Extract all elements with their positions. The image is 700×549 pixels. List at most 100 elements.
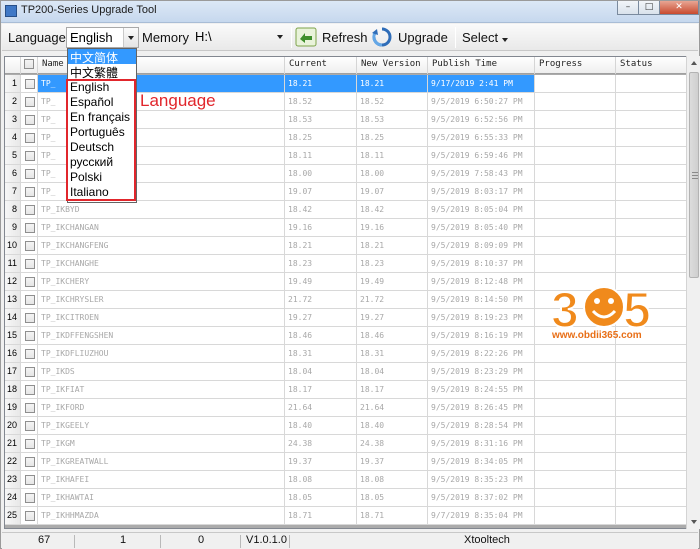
language-option[interactable]: Português: [68, 125, 136, 140]
language-option[interactable]: русский: [68, 155, 136, 170]
table-row[interactable]: 21 TP_IKGM 24.38 24.38 9/5/2019 8:31:16 PM: [5, 435, 688, 453]
row-checkbox[interactable]: [25, 331, 35, 341]
row-number: 14: [5, 309, 21, 327]
row-checkbox-cell: [21, 93, 38, 111]
row-checkbox[interactable]: [25, 223, 35, 233]
table-row[interactable]: 25 TP_IKHHMAZDA 18.71 18.71 9/7/2019 8:35:04…: [5, 507, 688, 525]
row-checkbox[interactable]: [25, 259, 35, 269]
scroll-up-icon[interactable]: [688, 56, 700, 70]
row-checkbox-cell: [21, 453, 38, 471]
table-row[interactable]: 23 TP_IKHAFEI 18.08 18.08 9/5/2019 8:35:23 P…: [5, 471, 688, 489]
row-checkbox[interactable]: [25, 475, 35, 485]
row-checkbox[interactable]: [25, 79, 35, 89]
upgrade-button[interactable]: Upgrade: [371, 26, 453, 49]
row-number: 8: [5, 201, 21, 219]
language-option[interactable]: 中文简体: [68, 49, 136, 64]
row-checkbox[interactable]: [25, 511, 35, 521]
language-combobox[interactable]: English: [66, 27, 139, 48]
table-row[interactable]: 20 TP_IKGEELY 18.40 18.40 9/5/2019 8:28:54 P…: [5, 417, 688, 435]
table-row[interactable]: 16 TP_IKDFLIUZHOU 18.31 18.31 9/5/2019 8:22:…: [5, 345, 688, 363]
row-checkbox-cell: [21, 345, 38, 363]
table-row[interactable]: 9 TP_IKCHANGAN 19.16 19.16 9/5/2019 8:05:40 …: [5, 219, 688, 237]
column-header-publish-time[interactable]: Publish Time: [428, 57, 535, 74]
cell-publish-time: 9/5/2019 8:03:17 PM: [428, 183, 535, 201]
row-checkbox-cell: [21, 363, 38, 381]
row-checkbox[interactable]: [25, 205, 35, 215]
row-checkbox[interactable]: [25, 169, 35, 179]
language-option[interactable]: En français: [68, 110, 136, 125]
row-checkbox-cell: [21, 417, 38, 435]
cell-publish-time: 9/5/2019 8:16:19 PM: [428, 327, 535, 345]
cell-publish-time: 9/5/2019 8:24:55 PM: [428, 381, 535, 399]
row-checkbox-cell: [21, 129, 38, 147]
table-row[interactable]: 8 TP_IKBYD 18.42 18.42 9/5/2019 8:05:04 PM: [5, 201, 688, 219]
cell-name: TP_IKFORD: [38, 399, 285, 417]
select-menu-button[interactable]: Select: [460, 26, 516, 49]
language-dropdown-list[interactable]: 中文简体 中文繁體 English Español En français Portugu…: [67, 48, 137, 203]
logo-smiley-face: [583, 286, 625, 328]
row-checkbox[interactable]: [25, 295, 35, 305]
column-header-status[interactable]: Status: [616, 57, 688, 74]
language-option[interactable]: Italiano: [68, 185, 136, 200]
table-row[interactable]: 17 TP_IKDS 18.04 18.04 9/5/2019 8:23:29 PM: [5, 363, 688, 381]
table-row[interactable]: 18 TP_IKFIAT 18.17 18.17 9/5/2019 8:24:55 PM: [5, 381, 688, 399]
select-all-checkbox[interactable]: [24, 59, 34, 69]
cell-current: 21.64: [285, 399, 357, 417]
cell-progress: [535, 381, 616, 399]
row-checkbox[interactable]: [25, 277, 35, 287]
cell-publish-time: 9/5/2019 6:55:33 PM: [428, 129, 535, 147]
maximize-button[interactable]: □: [638, 1, 660, 15]
cell-current: 18.46: [285, 327, 357, 345]
cell-publish-time: 9/17/2019 2:41 PM: [428, 75, 535, 93]
row-checkbox[interactable]: [25, 403, 35, 413]
cell-current: 19.49: [285, 273, 357, 291]
refresh-icon: [295, 27, 317, 47]
cell-publish-time: 9/5/2019 8:22:26 PM: [428, 345, 535, 363]
chevron-down-icon[interactable]: [273, 27, 288, 46]
cell-progress: [535, 507, 616, 525]
language-option[interactable]: 中文繁體: [68, 64, 136, 79]
row-checkbox[interactable]: [25, 97, 35, 107]
column-header-new-version[interactable]: New Version: [357, 57, 428, 74]
cell-status: [616, 417, 688, 435]
language-option[interactable]: Español: [68, 95, 136, 110]
title-bar[interactable]: TP200-Series Upgrade Tool – □ ✕: [1, 1, 699, 23]
scrollbar-thumb[interactable]: [689, 72, 699, 278]
minimize-button[interactable]: –: [617, 1, 639, 15]
row-checkbox[interactable]: [25, 493, 35, 503]
memory-combobox[interactable]: H:\: [192, 27, 288, 48]
row-checkbox[interactable]: [25, 457, 35, 467]
row-checkbox[interactable]: [25, 151, 35, 161]
row-checkbox-cell: [21, 111, 38, 129]
row-checkbox[interactable]: [25, 133, 35, 143]
row-checkbox[interactable]: [25, 115, 35, 125]
row-number: 3: [5, 111, 21, 129]
row-checkbox[interactable]: [25, 349, 35, 359]
row-checkbox[interactable]: [25, 385, 35, 395]
row-checkbox[interactable]: [25, 439, 35, 449]
vertical-scrollbar[interactable]: [686, 56, 700, 529]
cell-new-version: 18.05: [357, 489, 428, 507]
cell-current: 19.16: [285, 219, 357, 237]
table-row[interactable]: 19 TP_IKFORD 21.64 21.64 9/5/2019 8:26:45 PM: [5, 399, 688, 417]
table-row[interactable]: 22 TP_IKGREATWALL 19.37 19.37 9/5/2019 8:34:…: [5, 453, 688, 471]
row-checkbox[interactable]: [25, 241, 35, 251]
table-row[interactable]: 10 TP_IKCHANGFENG 18.21 18.21 9/5/2019 8:09:…: [5, 237, 688, 255]
column-header-progress[interactable]: Progress: [535, 57, 616, 74]
row-checkbox[interactable]: [25, 187, 35, 197]
status-separator: [160, 535, 161, 548]
refresh-button[interactable]: Refresh: [295, 26, 369, 49]
row-checkbox[interactable]: [25, 367, 35, 377]
chevron-down-icon[interactable]: [123, 28, 138, 47]
row-number: 5: [5, 147, 21, 165]
close-button[interactable]: ✕: [659, 1, 699, 15]
language-option[interactable]: Polski: [68, 170, 136, 185]
scroll-down-icon[interactable]: [688, 515, 700, 529]
row-checkbox[interactable]: [25, 313, 35, 323]
language-option[interactable]: English: [68, 80, 136, 95]
language-option[interactable]: Deutsch: [68, 140, 136, 155]
cell-progress: [535, 147, 616, 165]
column-header-current[interactable]: Current: [285, 57, 357, 74]
table-row[interactable]: 24 TP_IKHAWTAI 18.05 18.05 9/5/2019 8:37:02 …: [5, 489, 688, 507]
row-checkbox[interactable]: [25, 421, 35, 431]
